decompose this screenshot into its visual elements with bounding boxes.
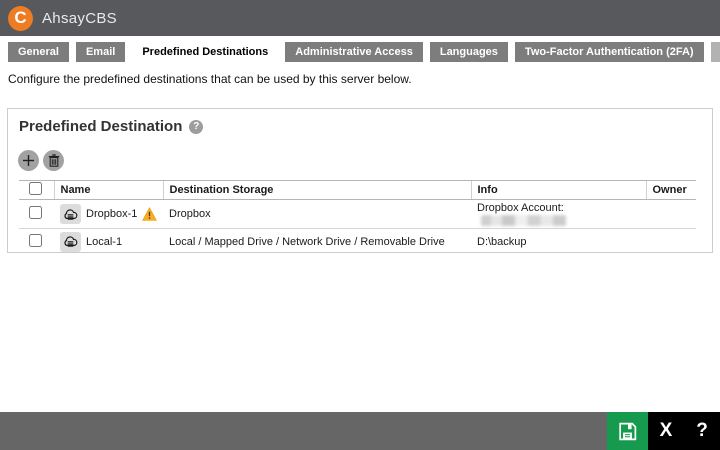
help-button[interactable]: ? — [684, 412, 720, 450]
warning-icon — [142, 207, 158, 221]
plus-icon — [23, 155, 34, 166]
destination-storage: Dropbox — [163, 199, 471, 229]
tab-languages[interactable]: Languages — [429, 42, 508, 62]
close-button[interactable]: X — [648, 412, 684, 450]
row-checkbox[interactable] — [29, 233, 42, 247]
destination-owner — [646, 199, 696, 229]
destination-toolbar — [18, 150, 712, 171]
table-row[interactable]: Local-1 Local / Mapped Drive / Network D… — [19, 229, 696, 255]
footer-bar: X ? — [0, 412, 720, 450]
panel-title: Predefined Destination — [19, 118, 183, 135]
tab-bar-filler — [710, 42, 720, 62]
app-title: AhsayCBS — [42, 9, 117, 27]
column-header-destination-storage: Destination Storage — [162, 180, 471, 200]
table-header-row: Name Destination Storage Info Owner — [19, 180, 696, 200]
predefined-destination-panel: Predefined Destination ? Name Destinatio… — [7, 108, 713, 253]
destination-name: Local-1 — [86, 235, 123, 248]
destinations-table: Name Destination Storage Info Owner Drop… — [19, 180, 696, 255]
column-header-info: Info — [470, 180, 646, 200]
cloud-storage-icon — [60, 231, 81, 252]
destination-owner — [646, 229, 696, 255]
page-description: Configure the predefined destinations th… — [8, 72, 412, 86]
save-icon — [619, 422, 637, 440]
redacted-account — [481, 214, 566, 226]
delete-destination-button[interactable] — [43, 150, 64, 171]
column-header-owner: Owner — [645, 180, 696, 200]
destination-name: Dropbox-1 — [86, 208, 138, 220]
add-destination-button[interactable] — [18, 150, 39, 171]
cloud-storage-icon — [60, 204, 81, 224]
panel-help-icon[interactable]: ? — [189, 119, 204, 134]
tab-bar: General Email Predefined Destinations Ad… — [0, 42, 720, 62]
trash-icon — [48, 154, 59, 167]
select-all-checkbox[interactable] — [29, 182, 42, 195]
destination-info: D:\backup — [477, 235, 527, 248]
destination-storage: Local / Mapped Drive / Network Drive / R… — [169, 235, 445, 248]
ahsay-logo-icon: C — [8, 5, 33, 31]
column-header-name: Name — [53, 180, 163, 200]
destination-info: Dropbox Account: — [477, 202, 564, 214]
tab-predefined-destinations[interactable]: Predefined Destinations — [132, 42, 279, 62]
tab-administrative-access[interactable]: Administrative Access — [285, 42, 423, 62]
table-row[interactable]: Dropbox-1 Dropbox Dropbox Account: — [19, 199, 696, 229]
tab-general[interactable]: General — [8, 42, 69, 62]
tab-email[interactable]: Email — [75, 42, 126, 62]
tab-two-factor-authentication[interactable]: Two-Factor Authentication (2FA) — [514, 42, 704, 62]
titlebar: C AhsayCBS — [0, 0, 720, 36]
save-button[interactable] — [607, 412, 648, 450]
row-checkbox[interactable] — [29, 206, 42, 219]
